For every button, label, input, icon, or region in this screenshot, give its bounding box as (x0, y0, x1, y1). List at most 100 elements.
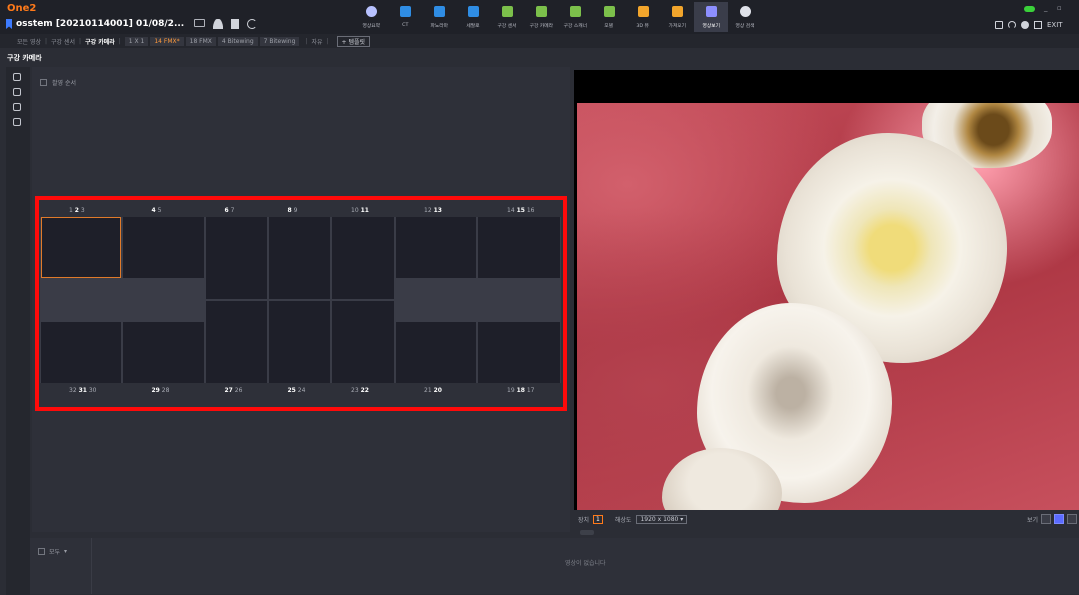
nav-label: 구강 센서 (497, 23, 517, 29)
app-logo: One2 (7, 3, 37, 14)
tooth-number-label: 25 24 (288, 387, 306, 394)
layout-1x1[interactable]: 1 X 1 (124, 36, 149, 46)
tooth-number-label: 8 9 (288, 207, 298, 214)
layout-14fmx[interactable]: 14 FMX* (150, 36, 184, 46)
tooth-number: 12 (424, 207, 432, 214)
checkbox[interactable] (40, 79, 47, 86)
tooth-number-label: 14 15 16 (507, 207, 534, 214)
tooth-number: 1 (69, 207, 73, 214)
tooth-number-label: 23 22 (351, 387, 369, 394)
all-select[interactable]: 모두 ▾ (38, 547, 67, 556)
headset-icon[interactable] (1008, 21, 1016, 29)
window-controls: _ ▫ EXIT (995, 4, 1075, 32)
sensor-icon (501, 6, 513, 17)
nav-item-4[interactable]: 구강 센서 (490, 2, 524, 32)
tooth-number: 25 (287, 387, 296, 394)
layout-4bitewing[interactable]: 4 Bitewing (217, 36, 258, 46)
nav-item-1[interactable]: CT (388, 2, 422, 32)
printer-icon[interactable] (995, 21, 1003, 29)
patient-label: osstem [20210114001] 01/08/2... (16, 19, 185, 29)
tooth-number: 6 (224, 207, 229, 214)
fmx-slot[interactable] (269, 301, 330, 383)
minimize-button[interactable]: _ (1044, 4, 1048, 12)
nav-item-6[interactable]: 구강 스캐너 (558, 2, 592, 32)
fmx-slot[interactable] (478, 217, 560, 278)
fmx-slot[interactable] (332, 301, 394, 383)
bookmark-icon (6, 19, 12, 29)
tooth-number: 5 (157, 207, 162, 214)
resolution-select[interactable]: 1920 x 1080 ▾ (636, 514, 688, 524)
fmx-slot[interactable] (206, 301, 267, 383)
tooth-number: 31 (78, 387, 87, 394)
nav-item-5[interactable]: 구강 카메라 (524, 2, 558, 32)
maximize-button[interactable]: ▫ (1057, 4, 1062, 12)
refresh-icon[interactable] (247, 19, 258, 29)
nav-item-2[interactable]: 파노라마 (422, 2, 456, 32)
exit-label[interactable]: EXIT (1047, 21, 1063, 29)
tooth-number-label: 32 31 30 (69, 387, 96, 394)
fmx-slot[interactable] (123, 217, 204, 278)
image-viewer[interactable] (574, 70, 1079, 510)
module-nav: 영상요약 CT 파노라마 세팔로 구강 센서 구강 카메라 구강 스캐너 모델 3D 뷰 가져오기… (354, 2, 762, 32)
fmx-slot[interactable] (123, 322, 204, 383)
nav-item-7[interactable]: 모델 (592, 2, 626, 32)
sort-icon[interactable] (13, 118, 21, 126)
breadcrumb-current[interactable]: 구강 카메라 (85, 37, 115, 46)
breadcrumb-all[interactable]: 모든 영상 (17, 37, 41, 46)
id-card-icon[interactable] (194, 19, 206, 27)
person-lower-icon[interactable] (13, 88, 21, 96)
intraoral-photo[interactable] (577, 103, 1079, 510)
person-icon[interactable] (213, 19, 224, 29)
tooth-number: 27 (224, 387, 233, 394)
exit-icon[interactable] (1034, 21, 1042, 29)
status-badge (1024, 6, 1035, 12)
resolution-label: 해상도 (614, 516, 632, 524)
fmx-slot[interactable] (332, 217, 394, 299)
fmx-slot[interactable] (478, 322, 560, 383)
fmx-slot[interactable] (396, 217, 476, 278)
nav-label: 구강 스캐너 (563, 23, 587, 29)
nav-item-8[interactable]: 3D 뷰 (626, 2, 660, 32)
tooth-number-label: 27 26 (225, 387, 243, 394)
single-view-button[interactable] (1041, 514, 1051, 524)
breadcrumb-sensor[interactable]: 구강 센서 (51, 37, 75, 46)
sub-toolbar: 모든 영상 | 구강 센서 | 구강 카메라 | 1 X 1 14 FMX* 1… (0, 34, 1079, 48)
tooth-number: 10 (351, 207, 359, 214)
nav-item-0[interactable]: 영상요약 (354, 2, 388, 32)
checkbox[interactable] (38, 548, 45, 555)
capture-order-filter[interactable]: 촬영 순서 (40, 78, 76, 87)
tool-sidebar (6, 67, 30, 595)
add-template-button[interactable]: + 템플릿 (336, 35, 371, 47)
fmx-slot[interactable] (41, 217, 121, 278)
fmx-slot[interactable] (41, 322, 121, 383)
layout-18fmx[interactable]: 18 FMX (185, 36, 216, 46)
viewer-controls: 장치 1 해상도 1920 x 1080 ▾ 보기 (574, 512, 1079, 526)
fmx-slot[interactable] (396, 322, 476, 383)
tooth-number: 2 (74, 207, 79, 214)
fmx-slot[interactable] (269, 217, 330, 299)
person-upper-icon[interactable] (13, 73, 21, 81)
tooth-number: 21 (424, 387, 432, 394)
group-icon[interactable] (13, 103, 21, 111)
nav-label: 파노라마 (430, 23, 448, 29)
layout-free[interactable]: 자유 (311, 37, 322, 46)
nav-item-3[interactable]: 세팔로 (456, 2, 490, 32)
nav-item-9[interactable]: 가져오기 (660, 2, 694, 32)
collapse-handle[interactable] (580, 530, 594, 535)
patient-info[interactable]: osstem [20210114001] 01/08/2... (6, 17, 258, 31)
nav-item-11[interactable]: 영상 검색 (728, 2, 762, 32)
nav-item-10[interactable]: 영상보기 (694, 2, 728, 32)
monitor-view-button[interactable] (1067, 514, 1077, 524)
camera-view-button[interactable] (1054, 514, 1064, 524)
layout-7bitewing[interactable]: 7 Bitewing (259, 36, 300, 46)
tooth-number: 28 (161, 387, 170, 394)
channel-input[interactable]: 1 (593, 514, 603, 524)
document-icon[interactable] (231, 19, 240, 29)
tooth-number-label: 4 5 (152, 207, 162, 214)
nav-label: 영상보기 (702, 23, 720, 29)
gear-icon[interactable] (1021, 21, 1029, 29)
fmx-slot[interactable] (206, 217, 267, 299)
search-icon (739, 6, 751, 17)
tooth-number-label: 21 20 (424, 387, 442, 394)
tooth-number-label: 6 7 (225, 207, 235, 214)
